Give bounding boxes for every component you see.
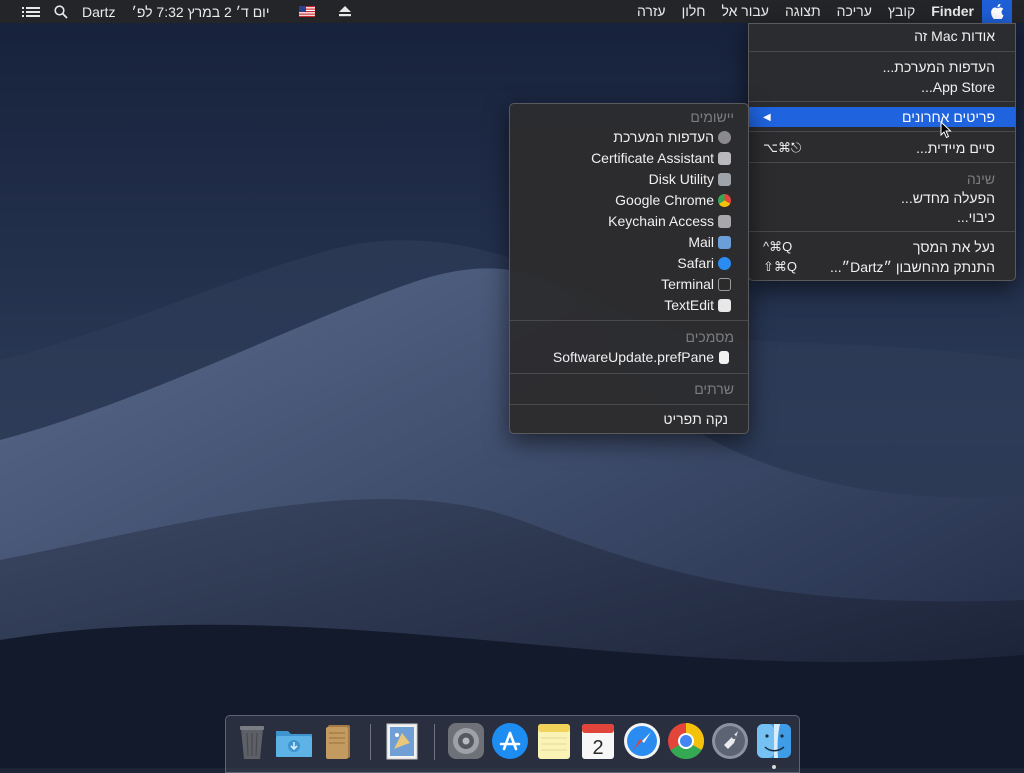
menu-list-icon[interactable] [0, 0, 48, 23]
recent-app-disk-utility[interactable]: Disk Utility [510, 169, 748, 190]
restart[interactable]: הפעלה מחדש... [749, 188, 1015, 208]
terminal-icon [718, 278, 731, 291]
calendar-icon[interactable]: 2 [578, 721, 618, 761]
notes-icon[interactable] [534, 721, 574, 761]
menu-help[interactable]: עזרה [629, 0, 674, 23]
safari-icon [718, 257, 731, 270]
recent-doc-softwareupdate[interactable]: SoftwareUpdate.prefPane [510, 347, 748, 368]
recent-app-keychain-access[interactable]: Keychain Access [510, 211, 748, 232]
recent-app-google-chrome[interactable]: Google Chrome [510, 190, 748, 211]
calendar-day: 2 [592, 737, 603, 759]
app-store-item[interactable]: App Store... [749, 77, 1015, 97]
apple-menu: אודות Mac זה העדפות המערכת... App Store.… [748, 23, 1016, 281]
system-preferences-icon [718, 131, 731, 144]
recent-items[interactable]: פריטים אחרונים ◀ [749, 107, 1015, 127]
mail-icon [718, 236, 731, 249]
menu-bar: Finder קובץ עריכה תצוגה עבור אל חלון עזר… [0, 0, 1024, 23]
applications-header: יישומים [690, 109, 734, 125]
menu-view[interactable]: תצוגה [777, 0, 829, 23]
documents-stack-icon[interactable] [318, 721, 358, 761]
running-indicator [772, 765, 776, 769]
recent-app-safari[interactable]: Safari [510, 253, 748, 274]
spotlight-search-icon[interactable] [48, 0, 74, 23]
textedit-icon [718, 299, 731, 312]
sleep[interactable]: שינה [749, 169, 1015, 189]
documents-header: מסמכים [685, 329, 734, 345]
recent-app-textedit[interactable]: TextEdit [510, 295, 748, 316]
app-store-icon[interactable] [490, 721, 530, 761]
status-area: Dartz יום ד׳ 2 במרץ 7:32 לפ׳ [0, 0, 361, 23]
recent-app-terminal[interactable]: Terminal [510, 274, 748, 295]
lock-screen[interactable]: נעל את המסך ^⌘Q [749, 237, 1015, 257]
mail-stamp-icon[interactable] [382, 721, 422, 761]
recent-app-mail[interactable]: Mail [510, 232, 748, 253]
menu-go[interactable]: עבור אל [713, 0, 776, 23]
current-user[interactable]: Dartz [74, 0, 123, 23]
trash-icon[interactable] [232, 721, 272, 761]
menu-edit[interactable]: עריכה [829, 0, 880, 23]
servers-header: שרתים [694, 381, 734, 397]
dock: 2 [225, 715, 800, 773]
mouse-cursor [940, 121, 952, 139]
finder-icon[interactable] [754, 721, 794, 761]
dock-separator [370, 724, 371, 760]
disk-utility-icon [718, 173, 731, 186]
log-out-shortcut: ⇧⌘Q [763, 259, 798, 274]
clock[interactable]: יום ד׳ 2 במרץ 7:32 לפ׳ [123, 0, 277, 23]
recent-app-certificate-assistant[interactable]: Certificate Assistant [510, 148, 748, 169]
document-icon [719, 351, 729, 364]
chrome-icon[interactable] [666, 721, 706, 761]
menu-finder[interactable]: Finder [923, 0, 982, 23]
apple-icon[interactable] [982, 0, 1012, 23]
launchpad-icon[interactable] [710, 721, 750, 761]
certificate-assistant-icon [718, 152, 731, 165]
us-flag-icon[interactable] [277, 0, 329, 23]
about-this-mac[interactable]: אודות Mac זה [749, 26, 1015, 46]
keychain-access-icon [718, 215, 731, 228]
shut-down[interactable]: כיבוי... [749, 207, 1015, 227]
downloads-folder-icon[interactable] [274, 721, 314, 761]
menu-window[interactable]: חלון [674, 0, 714, 23]
eject-icon[interactable] [329, 0, 361, 23]
system-preferences-item[interactable]: העדפות המערכת... [749, 57, 1015, 77]
dock-separator [434, 724, 435, 760]
recent-app-system-preferences[interactable]: העדפות המערכת [510, 127, 748, 148]
clear-menu[interactable]: נקה תפריט [510, 409, 748, 430]
force-quit-shortcut: ⌥⌘⎋ [763, 140, 802, 155]
lock-screen-shortcut: ^⌘Q [763, 239, 793, 254]
recent-items-submenu: יישומים העדפות המערכת Certificate Assist… [509, 103, 749, 434]
submenu-arrow-icon: ◀ [763, 111, 771, 123]
force-quit[interactable]: סיים מיידית... ⌥⌘⎋ [749, 138, 1015, 158]
log-out[interactable]: התנתק מהחשבון ״Dartz״... ⇧⌘Q [749, 257, 1015, 277]
menu-file[interactable]: קובץ [880, 0, 923, 23]
chrome-icon [718, 194, 731, 207]
safari-icon[interactable] [622, 721, 662, 761]
system-preferences-icon[interactable] [446, 721, 486, 761]
